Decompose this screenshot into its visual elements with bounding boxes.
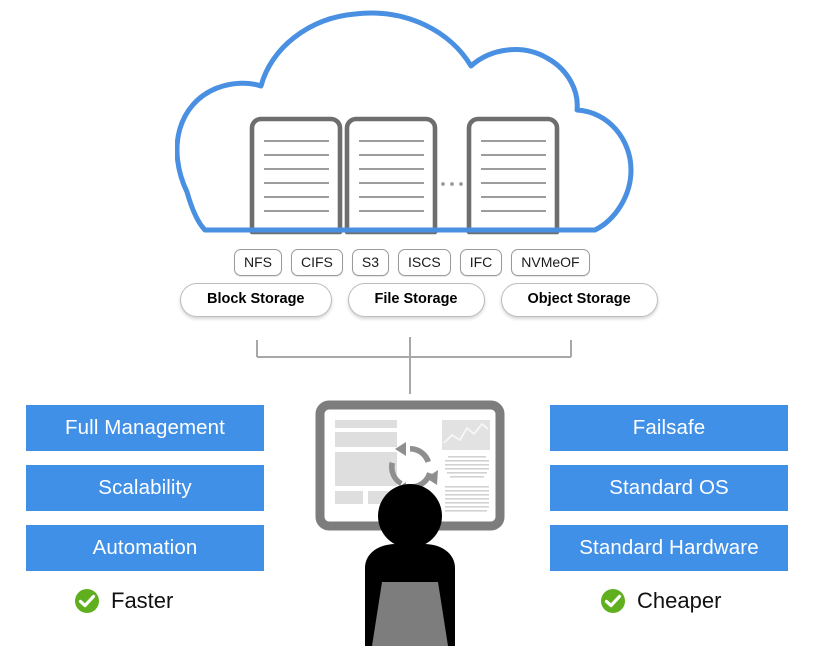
storage-pill-block[interactable]: Block Storage: [180, 283, 332, 317]
benefit-faster-label: Faster: [111, 588, 174, 613]
protocol-chip-row: NFS CIFS S3 ISCS IFC NVMeOF: [234, 249, 590, 276]
protocol-chip-nvmeof[interactable]: NVMeOF: [511, 249, 590, 276]
benefit-cheaper-label: Cheaper: [637, 588, 722, 613]
feature-box-automation[interactable]: Automation: [26, 525, 264, 571]
laptop-shape: [372, 582, 448, 646]
storage-pill-object[interactable]: Object Storage: [500, 283, 658, 317]
green-check-icon: [75, 589, 99, 613]
person-head: [378, 484, 442, 548]
protocol-chip-s3[interactable]: S3: [351, 249, 390, 276]
protocol-chip-cifs[interactable]: CIFS: [291, 249, 343, 276]
monitor-and-person: [315, 400, 505, 646]
server-rack-2: [344, 116, 438, 235]
feature-box-scalability[interactable]: Scalability: [26, 465, 264, 511]
cloud-with-servers: [175, 10, 634, 235]
feature-box-full-management[interactable]: Full Management: [26, 405, 264, 451]
benefit-faster: Faster: [74, 588, 173, 614]
feature-box-failsafe[interactable]: Failsafe: [550, 405, 788, 451]
server-rack-3: [466, 116, 560, 235]
protocol-chip-nfs[interactable]: NFS: [234, 249, 282, 276]
benefit-cheaper: Cheaper: [600, 588, 721, 614]
feature-box-standard-os[interactable]: Standard OS: [550, 465, 788, 511]
storage-pill-file[interactable]: File Storage: [347, 283, 485, 317]
protocol-chip-ifc[interactable]: IFC: [459, 249, 503, 276]
left-feature-column: Full Management Scalability Automation: [26, 405, 264, 571]
protocol-chip-iscs[interactable]: ISCS: [398, 249, 451, 276]
bracket-connector: [256, 337, 572, 394]
storage-type-row: Block Storage File Storage Object Storag…: [180, 283, 658, 317]
server-rack-1: [249, 116, 343, 235]
right-feature-column: Failsafe Standard OS Standard Hardware: [550, 405, 788, 571]
diagram-canvas: NFS CIFS S3 ISCS IFC NVMeOF Block Storag…: [0, 0, 813, 648]
green-check-icon: [601, 589, 625, 613]
feature-box-standard-hardware[interactable]: Standard Hardware: [550, 525, 788, 571]
